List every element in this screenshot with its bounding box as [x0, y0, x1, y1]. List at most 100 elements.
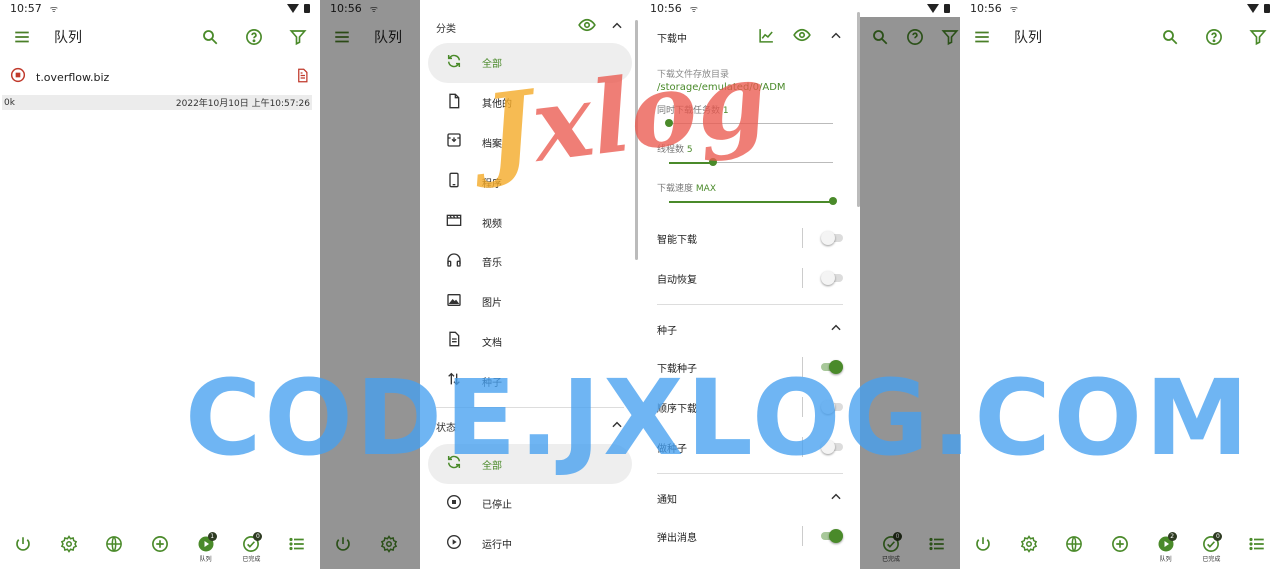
toggle-switch[interactable] — [821, 529, 843, 543]
category-item[interactable]: 音乐 — [428, 242, 632, 282]
wifi-icon — [1247, 4, 1259, 13]
power-button[interactable] — [8, 535, 38, 553]
state-item-label: 已停止 — [482, 500, 512, 512]
list-menu-button[interactable] — [1242, 535, 1272, 553]
category-item[interactable]: 视频 — [428, 202, 632, 242]
eye-icon[interactable] — [793, 26, 811, 48]
chart-icon[interactable] — [758, 27, 775, 48]
notify-header-label: 通知 — [657, 494, 677, 506]
scrollbar[interactable] — [857, 12, 860, 207]
chevron-up-icon[interactable] — [610, 18, 624, 37]
setting-slider: 下载速度 MAX — [657, 181, 843, 210]
toggle-control — [802, 268, 843, 288]
screenshot-collage: 10:57 ᯤ 队列 t.overflow.biz 0k 2022年10月10日… — [0, 0, 1280, 569]
document-icon — [446, 331, 462, 351]
data-indicator-icon: ᯤ — [1009, 5, 1018, 15]
switch-knob — [821, 271, 835, 285]
app-bar: 队列 — [0, 17, 320, 57]
toggle-list: 智能下载 自动恢复 — [657, 218, 843, 298]
stop-circle-icon[interactable] — [10, 67, 26, 87]
headphones-icon — [446, 252, 462, 272]
download-name: t.overflow.biz — [36, 70, 110, 84]
queue-tab-label: 队列 — [1159, 556, 1172, 563]
archive-icon — [446, 132, 462, 152]
file-icon — [446, 93, 462, 113]
watermark-logo: Jxlog — [479, 39, 773, 190]
battery-icon — [944, 4, 950, 13]
browser-button[interactable] — [99, 535, 129, 553]
clock: 10:57 — [10, 2, 42, 15]
filter-icon[interactable] — [286, 25, 310, 49]
data-indicator-icon: ᯤ — [49, 5, 58, 15]
toggle-switch[interactable] — [821, 231, 843, 245]
category-header-label: 分类 — [436, 23, 456, 35]
state-item[interactable]: 已停止 — [428, 484, 632, 524]
document-icon[interactable] — [295, 68, 310, 87]
settings-button[interactable] — [54, 535, 84, 553]
category-item-label: 全部 — [482, 59, 502, 71]
browser-button[interactable] — [1059, 535, 1089, 553]
torrent-section-header: 种子 — [657, 311, 843, 347]
add-download-button[interactable] — [1105, 535, 1135, 553]
clock: 10:56 — [650, 2, 682, 15]
toggle-control — [802, 228, 843, 248]
settings-button[interactable] — [1014, 535, 1044, 553]
list-item[interactable]: t.overflow.biz 0k 2022年10月10日 上午10:57:26 — [0, 57, 320, 110]
chevron-up-icon[interactable] — [829, 320, 843, 339]
app-bar: 队列 — [960, 17, 1280, 57]
category-item-label: 图片 — [482, 298, 502, 310]
toggle-label: 弹出消息 — [657, 532, 697, 544]
toggle-row[interactable]: 自动恢复 — [657, 258, 843, 298]
chevron-up-icon[interactable] — [829, 489, 843, 508]
divider — [802, 228, 803, 248]
battery-icon — [304, 4, 310, 13]
power-button[interactable] — [968, 535, 998, 553]
queue-tab[interactable]: 2 队列 — [1151, 532, 1181, 563]
done-badge: 0 — [253, 532, 263, 541]
notify-section-header: 通知 — [657, 480, 843, 516]
battery-icon — [1264, 4, 1270, 13]
filter-icon[interactable] — [1246, 25, 1270, 49]
torrent-header-label: 种子 — [657, 325, 677, 337]
toggle-row[interactable]: 弹出消息 — [657, 516, 843, 556]
queue-badge: 1 — [207, 532, 217, 541]
drawer-category-header: 分类 — [420, 0, 640, 40]
slider-track[interactable] — [669, 194, 837, 210]
search-icon[interactable] — [198, 25, 222, 49]
category-item[interactable]: 文档 — [428, 322, 632, 362]
status-bar: 10:56 ᯤ — [640, 0, 860, 17]
download-size: 0k — [4, 97, 15, 108]
slider-thumb[interactable] — [829, 197, 837, 205]
bottom-nav: 1 队列 0 已完成 — [0, 525, 320, 569]
queue-tab-label: 队列 — [199, 556, 212, 563]
clock: 10:56 — [970, 2, 1002, 15]
wifi-icon — [927, 4, 939, 13]
help-icon[interactable] — [1202, 25, 1226, 49]
status-bar: 10:57 ᯤ — [0, 0, 320, 17]
help-icon[interactable] — [242, 25, 266, 49]
toggle-switch[interactable] — [821, 271, 843, 285]
switch-knob — [821, 231, 835, 245]
bottom-nav: 2 队列 0 已完成 — [960, 525, 1280, 569]
toggle-row[interactable]: 智能下载 — [657, 218, 843, 258]
divider — [657, 304, 843, 305]
search-icon[interactable] — [1158, 25, 1182, 49]
category-item[interactable]: 图片 — [428, 282, 632, 322]
eye-icon[interactable] — [578, 16, 596, 38]
image-icon — [446, 292, 462, 312]
slider-value: MAX — [695, 184, 716, 194]
list-menu-button[interactable] — [282, 535, 312, 553]
menu-icon[interactable] — [970, 25, 994, 49]
refresh-icon — [446, 53, 462, 73]
done-tab[interactable]: 0 已完成 — [1196, 532, 1226, 563]
chevron-up-icon[interactable] — [829, 28, 843, 47]
progress-bar: 0k 2022年10月10日 上午10:57:26 — [2, 95, 312, 110]
play-circle-icon — [446, 534, 462, 554]
add-download-button[interactable] — [145, 535, 175, 553]
done-badge: 0 — [1213, 532, 1223, 541]
queue-tab[interactable]: 1 队列 — [191, 532, 221, 563]
watermark-text: CODE.JXLOG.COM — [185, 357, 1252, 479]
state-item[interactable]: 运行中 — [428, 524, 632, 564]
done-tab[interactable]: 0 已完成 — [236, 532, 266, 563]
menu-icon[interactable] — [10, 25, 34, 49]
